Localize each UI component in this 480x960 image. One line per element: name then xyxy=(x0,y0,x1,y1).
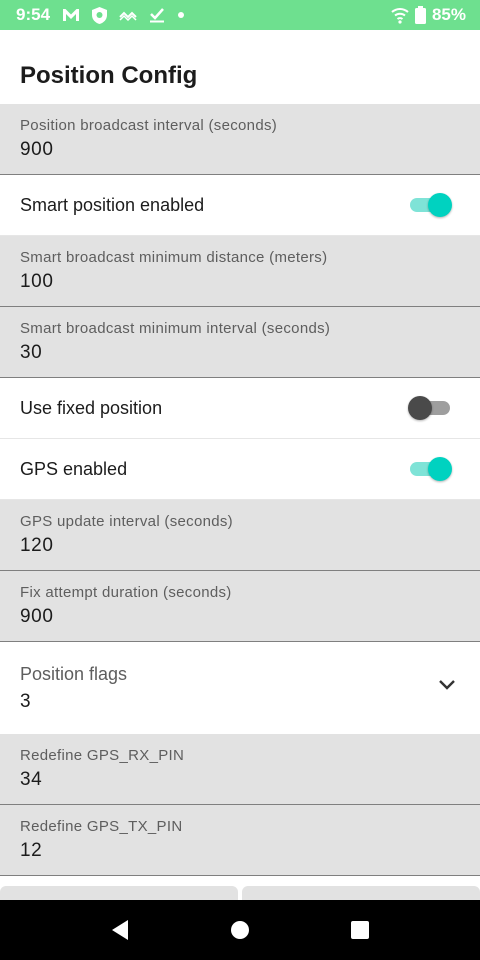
battery-icon xyxy=(414,6,426,24)
next-field-peek xyxy=(0,886,480,900)
navigation-bar xyxy=(0,900,480,960)
smart-position-row[interactable]: Smart position enabled xyxy=(0,175,480,236)
smart-position-switch[interactable] xyxy=(408,193,452,217)
field-value[interactable]: 12 xyxy=(20,840,460,862)
download-check-icon xyxy=(149,7,165,23)
page-title: Position Config xyxy=(20,62,198,89)
use-fixed-position-switch[interactable] xyxy=(408,396,452,420)
status-bar: 9:54 85% xyxy=(0,0,480,30)
toggle-label: GPS enabled xyxy=(20,458,128,479)
field-value[interactable]: 30 xyxy=(20,342,460,364)
status-right: 85% xyxy=(391,5,466,25)
field-value[interactable]: 34 xyxy=(20,769,460,791)
gps-enabled-row[interactable]: GPS enabled xyxy=(0,439,480,500)
dropdown-value: 3 xyxy=(20,691,31,712)
dropdown-label: Position flags xyxy=(20,664,128,684)
field-value[interactable]: 900 xyxy=(20,606,460,628)
field-label: Fix attempt duration (seconds) xyxy=(20,584,232,601)
wifi-icon xyxy=(391,6,409,24)
gps-enabled-switch[interactable] xyxy=(408,457,452,481)
peek-right xyxy=(242,886,480,900)
settings-list: Position broadcast interval (seconds) 90… xyxy=(0,104,480,876)
chevron-down-icon[interactable] xyxy=(438,678,456,696)
gps-update-interval-field[interactable]: GPS update interval (seconds) 120 xyxy=(0,500,480,571)
home-button[interactable] xyxy=(220,910,260,950)
toggle-label: Smart position enabled xyxy=(20,194,205,215)
field-label: Redefine GPS_RX_PIN xyxy=(20,747,185,764)
position-flags-dropdown[interactable]: Position flags 3 xyxy=(0,642,480,734)
peek-left xyxy=(0,886,238,900)
field-label: GPS update interval (seconds) xyxy=(20,513,233,530)
toggle-label: Use fixed position xyxy=(20,397,163,418)
back-button[interactable] xyxy=(100,910,140,950)
signal-waves-icon xyxy=(119,9,137,21)
field-value[interactable]: 100 xyxy=(20,271,460,293)
field-label: Position broadcast interval (seconds) xyxy=(20,117,278,134)
use-fixed-position-row[interactable]: Use fixed position xyxy=(0,378,480,439)
position-broadcast-interval-field[interactable]: Position broadcast interval (seconds) 90… xyxy=(0,104,480,175)
field-value[interactable]: 900 xyxy=(20,139,460,161)
switch-thumb xyxy=(428,457,452,481)
switch-thumb xyxy=(428,193,452,217)
status-left: 9:54 xyxy=(16,5,185,25)
field-label: Redefine GPS_TX_PIN xyxy=(20,818,183,835)
shield-icon xyxy=(92,6,108,24)
gps-rx-pin-field[interactable]: Redefine GPS_RX_PIN 34 xyxy=(0,734,480,805)
gps-tx-pin-field[interactable]: Redefine GPS_TX_PIN 12 xyxy=(0,805,480,876)
field-label: Smart broadcast minimum interval (second… xyxy=(20,320,331,337)
dot-icon xyxy=(177,11,185,19)
switch-thumb xyxy=(408,396,432,420)
status-time: 9:54 xyxy=(16,5,51,24)
field-value[interactable]: 120 xyxy=(20,535,460,557)
fix-attempt-duration-field[interactable]: Fix attempt duration (seconds) 900 xyxy=(0,571,480,642)
gmail-icon xyxy=(62,8,80,22)
smart-broadcast-min-distance-field[interactable]: Smart broadcast minimum distance (meters… xyxy=(0,236,480,307)
smart-broadcast-min-interval-field[interactable]: Smart broadcast minimum interval (second… xyxy=(0,307,480,378)
battery-percent: 85% xyxy=(431,5,466,24)
recents-button[interactable] xyxy=(340,910,380,950)
field-label: Smart broadcast minimum distance (meters… xyxy=(20,249,328,266)
